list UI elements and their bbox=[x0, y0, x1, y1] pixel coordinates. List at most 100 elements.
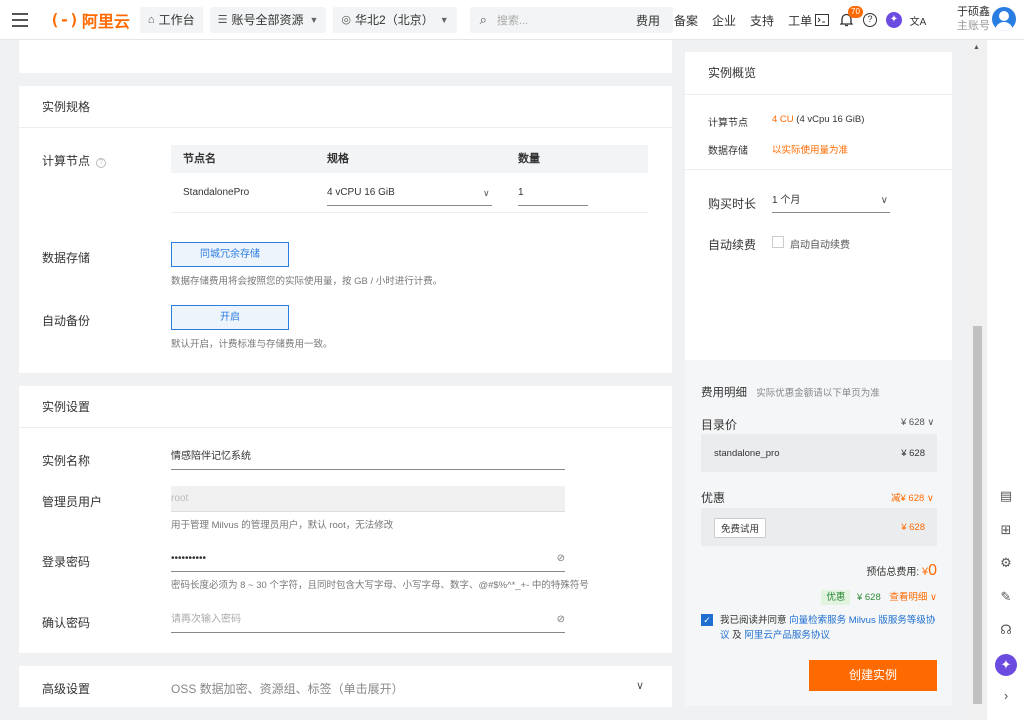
chevron-right-icon[interactable]: › bbox=[997, 687, 1015, 705]
list-price-item: standalone_pro ¥ 628 bbox=[701, 434, 937, 472]
list-price-value[interactable]: ¥ 628 ∨ bbox=[901, 417, 934, 428]
chevron-down-icon[interactable]: ∨ bbox=[636, 679, 644, 692]
nav-link-support[interactable]: 支持 bbox=[750, 12, 774, 29]
help-icon[interactable]: ? bbox=[96, 158, 107, 168]
product-agreement-link[interactable]: 阿里云产品服务协议 bbox=[744, 630, 830, 641]
right-tool-rail: ▤ ⊞ ⚙ ✎ ☊ ✦ › bbox=[986, 40, 1024, 720]
advanced-settings-label: 高级设置 bbox=[42, 682, 91, 696]
chevron-down-icon: ▼ bbox=[439, 14, 449, 25]
view-details-link[interactable]: 查看明细 ∨ bbox=[889, 592, 937, 603]
section-title: 实例设置 bbox=[19, 386, 672, 428]
column-header: 节点名 bbox=[183, 153, 216, 165]
edit-icon[interactable]: ✎ bbox=[997, 588, 1015, 606]
auto-renew-label: 自动续费 bbox=[708, 238, 757, 252]
discount-item: 免费试用 ¥ 628 bbox=[701, 508, 937, 546]
admin-hint: 用于管理 Milvus 的管理员用户，默认 root，无法修改 bbox=[171, 520, 394, 531]
chevron-down-icon: ∨ bbox=[927, 417, 935, 428]
location-icon: ◎ bbox=[341, 14, 352, 26]
agreement-text: 我已阅读并同意 向量检索服务 Milvus 版服务等级协议 及 阿里云产品服务协… bbox=[720, 615, 936, 641]
advanced-settings-panel[interactable]: 高级设置 OSS 数据加密、资源组、标签（单击展开） ∨ bbox=[19, 666, 672, 707]
confirm-password-label: 确认密码 bbox=[42, 616, 91, 630]
scrollbar[interactable]: ▲ bbox=[970, 40, 985, 720]
table-row: StandalonePro 4 vCPU 16 GiB ∨ 1 bbox=[171, 173, 648, 213]
nav-link-filing[interactable]: 备案 bbox=[674, 12, 698, 29]
top-links: 费用 备案 企业 支持 工单 bbox=[636, 0, 826, 40]
password-input[interactable]: •••••••••• ⊘ bbox=[171, 546, 565, 572]
instance-name-label: 实例名称 bbox=[42, 454, 91, 468]
document-icon[interactable]: ▤ bbox=[997, 487, 1015, 505]
account-resources-dropdown[interactable]: ☰ 账号全部资源 ▼ bbox=[209, 6, 327, 33]
workbench-button[interactable]: ⌂ 工作台 bbox=[139, 6, 203, 33]
search-icon: ⌕ bbox=[479, 11, 487, 27]
discount-value[interactable]: 减¥ 628 ∨ bbox=[891, 490, 934, 504]
node-name: StandalonePro bbox=[183, 187, 250, 198]
list-icon: ☰ bbox=[217, 14, 228, 26]
top-icons: 70 ? ✦ 文A bbox=[810, 0, 930, 40]
node-table-header: 节点名 规格 数量 bbox=[171, 145, 648, 173]
region-dropdown[interactable]: ◎ 华北2（北京） ▼ bbox=[333, 6, 457, 33]
menu-icon[interactable] bbox=[0, 0, 40, 40]
language-icon[interactable]: 文A bbox=[906, 0, 930, 40]
storage-option-button[interactable]: 同城冗余存储 bbox=[171, 242, 289, 267]
terminal-icon[interactable] bbox=[810, 0, 834, 40]
section-title: 实例规格 bbox=[19, 86, 672, 128]
eye-off-icon[interactable]: ⊘ bbox=[557, 607, 565, 633]
data-storage-label: 数据存储 bbox=[42, 251, 91, 265]
instance-overview-panel: 实例概览 计算节点 4 CU (4 vCpu 16 GiB) 数据存储 以实际使… bbox=[685, 52, 952, 360]
duration-label: 购买时长 bbox=[708, 197, 757, 211]
help-icon[interactable]: ? bbox=[858, 0, 882, 40]
chevron-down-icon: ▼ bbox=[309, 14, 319, 25]
free-trial-tag: 免费试用 bbox=[714, 518, 767, 538]
instance-name-input[interactable]: 情感陪伴记忆系统 bbox=[171, 444, 565, 470]
column-header: 数量 bbox=[518, 153, 540, 165]
scroll-up-icon[interactable]: ▲ bbox=[973, 44, 980, 51]
auto-renew-checkbox[interactable] bbox=[772, 236, 784, 248]
overview-title: 实例概览 bbox=[685, 52, 952, 95]
admin-user-label: 管理员用户 bbox=[42, 495, 103, 509]
list-price-label: 目录价 bbox=[701, 418, 738, 432]
chip-icon[interactable]: ⊞ bbox=[997, 521, 1015, 539]
instance-spec-panel: 实例规格 计算节点? 节点名 规格 数量 StandalonePro 4 vCP… bbox=[19, 86, 672, 373]
column-header: 规格 bbox=[327, 153, 349, 165]
overview-storage: 数据存储 以实际使用量为准 bbox=[708, 145, 849, 157]
auto-renew-option: 启动自动续费 bbox=[790, 240, 850, 251]
nav-link-enterprise[interactable]: 企业 bbox=[712, 12, 736, 29]
promo-summary: 优惠 ¥ 628 查看明细 ∨ bbox=[821, 589, 937, 605]
home-icon: ⌂ bbox=[147, 13, 155, 26]
storage-hint: 数据存储费用将会按照您的实际使用量，按 GB / 小时进行计费。 bbox=[171, 276, 443, 287]
user-info[interactable]: 于硕鑫 主账号 bbox=[957, 5, 990, 33]
password-label: 登录密码 bbox=[42, 555, 91, 569]
backup-hint: 默认开启，计费标准与存储费用一致。 bbox=[171, 339, 333, 350]
node-spec-select[interactable]: 4 vCPU 16 GiB ∨ bbox=[327, 180, 492, 206]
node-count-input[interactable]: 1 bbox=[518, 180, 588, 206]
overview-compute: 计算节点 4 CU (4 vCpu 16 GiB) bbox=[708, 114, 865, 129]
discount-label: 优惠 bbox=[701, 491, 726, 505]
bell-icon[interactable]: 70 bbox=[834, 0, 863, 40]
eye-off-icon[interactable]: ⊘ bbox=[557, 546, 565, 572]
promo-tag: 优惠 bbox=[821, 590, 851, 605]
advanced-settings-desc: OSS 数据加密、资源组、标签（单击展开） bbox=[171, 682, 404, 696]
chevron-down-icon: ∨ bbox=[483, 188, 490, 198]
duration-select[interactable]: 1 个月 ∨ bbox=[772, 189, 890, 213]
admin-user-input: root bbox=[171, 486, 565, 512]
headset-icon[interactable]: ☊ bbox=[997, 621, 1015, 639]
create-instance-button[interactable]: 创建实例 bbox=[809, 660, 937, 691]
previous-section-panel bbox=[19, 40, 672, 73]
password-hint: 密码长度必须为 8 ~ 30 个字符，且同时包含大写字母、小写字母、数字、@#$… bbox=[171, 580, 589, 591]
cost-title: 费用明细 实际优惠金额请以下单页为准 bbox=[701, 387, 880, 399]
auto-backup-label: 自动备份 bbox=[42, 314, 91, 328]
compute-node-label: 计算节点? bbox=[42, 152, 107, 169]
confirm-password-input[interactable]: 请再次输入密码 ⊘ bbox=[171, 607, 565, 633]
instance-settings-panel: 实例设置 实例名称 情感陪伴记忆系统 管理员用户 root 用于管理 Milvu… bbox=[19, 386, 672, 653]
aliyun-logo[interactable]: (-) 阿里云 bbox=[50, 8, 130, 32]
scrollbar-thumb[interactable] bbox=[973, 326, 982, 704]
assistant-icon[interactable]: ✦ bbox=[882, 0, 906, 40]
settings-icon[interactable]: ⚙ bbox=[997, 554, 1015, 572]
assistant-icon[interactable]: ✦ bbox=[995, 654, 1017, 676]
avatar[interactable] bbox=[992, 7, 1016, 31]
nav-link-billing[interactable]: 费用 bbox=[636, 12, 660, 29]
agreement-checkbox[interactable]: ✓ bbox=[701, 614, 713, 626]
nav-link-ticket[interactable]: 工单 bbox=[788, 12, 812, 29]
chevron-down-icon: ∨ bbox=[880, 195, 888, 206]
backup-option-button[interactable]: 开启 bbox=[171, 305, 289, 330]
